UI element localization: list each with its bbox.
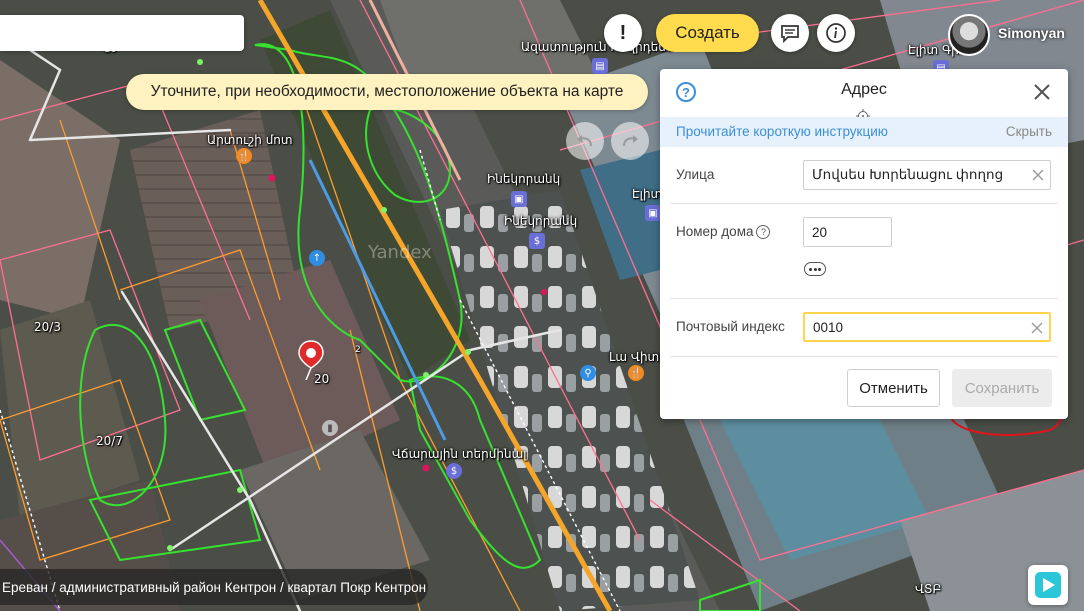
map-label-vtb: ՎՏԲ (915, 582, 942, 596)
building-number-20-7: 20/7 (96, 434, 123, 448)
redo-button[interactable] (611, 122, 649, 160)
map-label-elit: Էլիտ (632, 187, 663, 201)
payment-terminal-icon[interactable]: $ (446, 463, 462, 479)
panel-title: Адрес (841, 81, 887, 98)
shop-icon-2[interactable]: ▣ (645, 205, 661, 221)
instruction-strip: Прочитайте короткую инструкцию Скрыть (660, 117, 1068, 147)
chat-icon (781, 25, 799, 43)
house-number-label-text: Номер дома (676, 224, 754, 239)
play-arrow-icon (1035, 572, 1061, 598)
shop-icon[interactable]: ▣ (511, 191, 527, 207)
save-button[interactable]: Сохранить (952, 369, 1052, 407)
map-label-inecorank: Ինեկորանկ (487, 172, 561, 186)
exclamation-icon: ! (619, 21, 627, 44)
postal-code-label: Почтовый индекс (676, 319, 785, 334)
restaurant-icon[interactable]: 🍴 (236, 148, 252, 164)
street-label: Улица (676, 167, 715, 182)
street-field[interactable]: Մովսես Խորենացու փողոց (803, 160, 1051, 190)
location-breadcrumb[interactable]: Ереван / административный район Кентрон … (0, 569, 428, 605)
location-pin-icon[interactable] (298, 340, 324, 380)
house-number-value: 20 (812, 224, 828, 240)
map-label-artushi-mot: Արտուշի մոտ (207, 133, 293, 147)
house-number-help-icon[interactable]: ? (756, 225, 771, 240)
house-number-label: Номер дома? (676, 224, 771, 240)
info-button[interactable] (817, 14, 855, 52)
redo-icon (623, 135, 638, 147)
avatar[interactable] (948, 14, 990, 56)
direction-arrow-icon[interactable]: ↑ (309, 250, 325, 266)
building-number-20-3: 20/3 (34, 320, 61, 334)
close-icon[interactable] (1032, 82, 1052, 102)
navigation-button[interactable] (1028, 565, 1068, 605)
postal-code-value: 0010 (813, 319, 844, 335)
more-options-icon[interactable] (804, 262, 826, 276)
postal-code-field[interactable]: 0010 (803, 312, 1051, 342)
divider (670, 203, 1058, 204)
hide-instruction-link[interactable]: Скрыть (1006, 124, 1052, 139)
location-hint-banner: Уточните, при необходимости, местоположе… (126, 74, 648, 110)
bicycle-icon[interactable]: ⚲ (580, 365, 596, 381)
create-button[interactable]: Создать (656, 14, 759, 52)
messages-button[interactable] (771, 14, 809, 52)
undo-icon (577, 135, 592, 147)
info-icon (826, 23, 846, 43)
building-number-2: 2 (355, 345, 361, 355)
cancel-button[interactable]: Отменить (847, 369, 940, 407)
clear-street-icon[interactable] (1032, 169, 1044, 181)
user-name[interactable]: Simonyan (998, 25, 1065, 41)
house-number-field[interactable]: 20 (803, 217, 892, 247)
restaurant-icon-2[interactable]: 🍴 (628, 365, 644, 381)
search-input[interactable] (0, 15, 244, 51)
bank-icon[interactable]: $ (529, 233, 545, 249)
divider-2 (670, 298, 1058, 299)
trash-icon[interactable]: ▮ (322, 420, 338, 436)
street-value: Մովսես Խորենացու փողոց (812, 167, 1004, 182)
instruction-link[interactable]: Прочитайте короткую инструкцию (676, 124, 888, 139)
clear-postal-icon[interactable] (1031, 322, 1043, 334)
map-label-vcharayin: Վճարային տերմինալ (392, 447, 527, 461)
briefcase-icon[interactable]: ▤ (592, 58, 608, 74)
address-panel: ? Адрес Прочитайте короткую инструкцию С… (660, 69, 1068, 419)
undo-button[interactable] (566, 122, 604, 160)
map-watermark: Yandex (368, 242, 432, 263)
map-label-azatutyun: Ազատություն Ռեզիդենս (521, 40, 674, 54)
divider-3 (670, 356, 1058, 357)
alert-button[interactable]: ! (604, 14, 642, 52)
map-label-inecorank-2: Ինեկորանկ (504, 214, 578, 228)
